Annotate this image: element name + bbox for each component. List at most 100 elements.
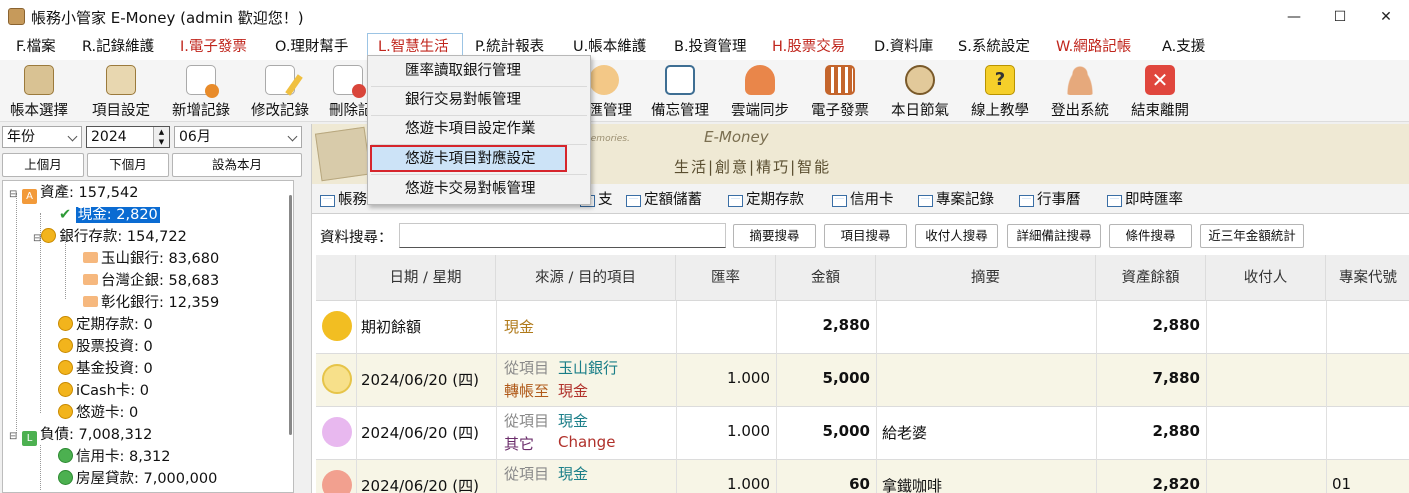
menu-stock[interactable]: H.股票交易 xyxy=(772,36,845,58)
toolbar-solar-term[interactable]: 本日節氣 xyxy=(885,62,955,120)
tree-node-liabilities[interactable]: ⊟ L 負債: 7,008,312 xyxy=(9,425,153,446)
row-memo: 拿鐵咖啡 xyxy=(882,477,943,493)
header-date[interactable]: 日期 / 星期 xyxy=(356,255,496,301)
menu-record[interactable]: R.記錄維護 xyxy=(82,36,154,58)
search-label: 資料搜尋： xyxy=(320,230,393,246)
period-type-select[interactable]: 年份 xyxy=(2,126,82,148)
header-amount[interactable]: 金額 xyxy=(776,255,876,301)
tab-exchange-rate[interactable]: 即時匯率 xyxy=(1101,188,1183,212)
table-row[interactable]: 期初餘額 現金 2,880 2,880 xyxy=(316,301,1409,354)
header-rate[interactable]: 匯率 xyxy=(676,255,776,301)
toolbar-item-settings[interactable]: 項目設定 xyxy=(86,62,156,120)
tree-node-esun[interactable]: 玉山銀行: 83,680 xyxy=(83,249,219,269)
search-input[interactable] xyxy=(399,223,726,248)
toolbar-online-tutorial[interactable]: ? 線上教學 xyxy=(965,62,1035,120)
menu-bar: F.檔案 R.記錄維護 I.電子發票 O.理財幫手 P.統計報表 U.帳本維護 … xyxy=(0,33,1409,60)
tree-node-time-deposit[interactable]: 定期存款: 0 xyxy=(58,315,153,335)
toolbar-logout[interactable]: 登出系統 xyxy=(1045,62,1115,120)
header-balance[interactable]: 資產餘額 xyxy=(1096,255,1206,301)
menu-system[interactable]: S.系統設定 xyxy=(958,36,1030,58)
smart-life-dropdown: 匯率讀取銀行管理 銀行交易對帳管理 悠遊卡項目設定作業 悠遊卡交易對帳管理 xyxy=(367,55,591,205)
close-button[interactable]: ✕ xyxy=(1363,0,1409,33)
row-to-label: 其它 xyxy=(504,435,535,453)
year-stepper[interactable]: 2024 ▲ ▼ xyxy=(86,126,170,148)
menu-support[interactable]: A.支援 xyxy=(1162,36,1205,58)
header-payee[interactable]: 收付人 xyxy=(1206,255,1326,301)
tree-node-chb[interactable]: 彰化銀行: 12,359 xyxy=(83,293,219,313)
tree-node-stock[interactable]: 股票投資: 0 xyxy=(58,337,153,357)
header-memo[interactable]: 摘要 xyxy=(876,255,1096,301)
note-search-button[interactable]: 詳細備註搜尋 xyxy=(1007,224,1101,248)
header-source[interactable]: 來源 / 目的項目 xyxy=(496,255,676,301)
table-row[interactable]: 2024/06/20 (四) 從項目 現金 其它 Change 1.000 5,… xyxy=(316,407,1409,460)
row-amount: 5,000 xyxy=(822,369,870,387)
item-search-button[interactable]: 項目搜尋 xyxy=(824,224,907,248)
memo-search-button[interactable]: 摘要搜尋 xyxy=(733,224,816,248)
tree-node-bank[interactable]: ⊟ 銀行存款: 154,722 xyxy=(33,227,187,247)
menu-web[interactable]: W.網路記帳 xyxy=(1056,36,1131,58)
tree-node-fund[interactable]: 基金投資: 0 xyxy=(58,359,153,379)
add-record-icon xyxy=(186,65,219,98)
header-project[interactable]: 專案代號 xyxy=(1326,255,1409,301)
tree-node-credit-card[interactable]: 信用卡: 8,312 xyxy=(58,447,171,467)
tab-fixed-saving[interactable]: 定額儲蓄 xyxy=(620,188,702,212)
menu-item-bank-reconcile[interactable]: 銀行交易對帳管理 xyxy=(371,87,587,113)
toolbar-e-invoice[interactable]: 電子發票 xyxy=(805,62,875,120)
tree-node-icash[interactable]: iCash卡: 0 xyxy=(58,381,149,401)
toolbar-label: 結束離開 xyxy=(1131,103,1189,119)
three-year-stats-button[interactable]: 近三年金額統計 xyxy=(1200,224,1304,248)
month-value: 06月 xyxy=(179,129,211,145)
table-row[interactable]: 2024/06/20 (四) 從項目 玉山銀行 轉帳至 現金 1.000 5,0… xyxy=(316,354,1409,407)
delete-record-icon xyxy=(332,65,366,98)
exit-icon: ✕ xyxy=(1145,65,1175,95)
logout-icon xyxy=(1065,65,1095,95)
menu-item-easycard-reconcile[interactable]: 悠遊卡交易對帳管理 xyxy=(371,176,587,202)
toolbar-edit-record[interactable]: 修改記錄 xyxy=(245,62,315,120)
toolbar-exchange[interactable]: 匯管理 xyxy=(588,62,636,120)
toolbar-label: 帳本選擇 xyxy=(10,103,68,119)
tree-scrollbar[interactable] xyxy=(289,195,292,435)
menu-item-easycard-item-setup[interactable]: 悠遊卡項目設定作業 xyxy=(371,116,587,142)
coin-icon xyxy=(58,404,73,419)
tree-label: 負債: 7,008,312 xyxy=(40,427,153,443)
tab-calendar[interactable]: 行事曆 xyxy=(1013,188,1081,212)
prev-month-button[interactable]: 上個月 xyxy=(2,153,84,177)
tree-label: 現金: 2,820 xyxy=(75,207,160,223)
tree-node-easycard[interactable]: 悠遊卡: 0 xyxy=(58,403,138,423)
next-month-button[interactable]: 下個月 xyxy=(87,153,169,177)
tab-time-deposit[interactable]: 定期存款 xyxy=(722,188,804,212)
menu-file[interactable]: F.檔案 xyxy=(16,36,56,58)
toolbar-ledger-select[interactable]: 帳本選擇 xyxy=(4,62,74,120)
toolbar-label: 登出系統 xyxy=(1051,103,1109,119)
toolbar-delete-record[interactable]: 刪除記 xyxy=(325,62,373,120)
row-from: 現金 xyxy=(558,465,589,483)
minimize-button[interactable]: — xyxy=(1271,0,1317,33)
tree-node-cash[interactable]: ✔ 現金: 2,820 xyxy=(59,205,160,225)
toolbar-exit[interactable]: ✕ 結束離開 xyxy=(1125,62,1195,120)
tab-credit-card[interactable]: 信用卡 xyxy=(826,188,894,212)
tree-node-assets[interactable]: ⊟ A 資產: 157,542 xyxy=(9,183,139,204)
toolbar-cloud-sync[interactable]: 雲端同步 xyxy=(725,62,795,120)
payee-search-button[interactable]: 收付人搜尋 xyxy=(915,224,998,248)
set-current-month-button[interactable]: 設為本月 xyxy=(172,153,302,177)
toolbar-label: 電子發票 xyxy=(811,103,869,119)
menu-item-exchange-rate-bank[interactable]: 匯率讀取銀行管理 xyxy=(371,58,587,84)
toolbar-add-record[interactable]: 新增記錄 xyxy=(166,62,236,120)
tree-label: 資產: 157,542 xyxy=(40,185,139,201)
menu-invest[interactable]: B.投資管理 xyxy=(674,36,747,58)
menu-finance[interactable]: O.理財幫手 xyxy=(275,36,348,58)
row-amount: 2,880 xyxy=(822,316,870,334)
menu-database[interactable]: D.資料庫 xyxy=(874,36,933,58)
condition-search-button[interactable]: 條件搜尋 xyxy=(1109,224,1192,248)
menu-invoice[interactable]: I.電子發票 xyxy=(180,36,247,58)
tree-node-mortgage[interactable]: 房屋貸款: 7,000,000 xyxy=(58,469,217,489)
month-select[interactable]: 06月 xyxy=(174,126,302,148)
table-row[interactable]: 2024/06/20 (四) 從項目 現金 1.000 60 拿鐵咖啡 2,82… xyxy=(316,460,1409,493)
maximize-button[interactable]: ☐ xyxy=(1317,0,1363,33)
toolbar-memo[interactable]: 備忘管理 xyxy=(645,62,715,120)
tree-node-tbb[interactable]: 台灣企銀: 58,683 xyxy=(83,271,219,291)
spin-arrows-icon[interactable]: ▲ ▼ xyxy=(153,127,169,147)
row-rate: 1.000 xyxy=(727,422,770,440)
menu-item-easycard-mapping[interactable]: 悠遊卡項目對應設定 xyxy=(370,145,567,172)
tab-project[interactable]: 專案記錄 xyxy=(912,188,994,212)
